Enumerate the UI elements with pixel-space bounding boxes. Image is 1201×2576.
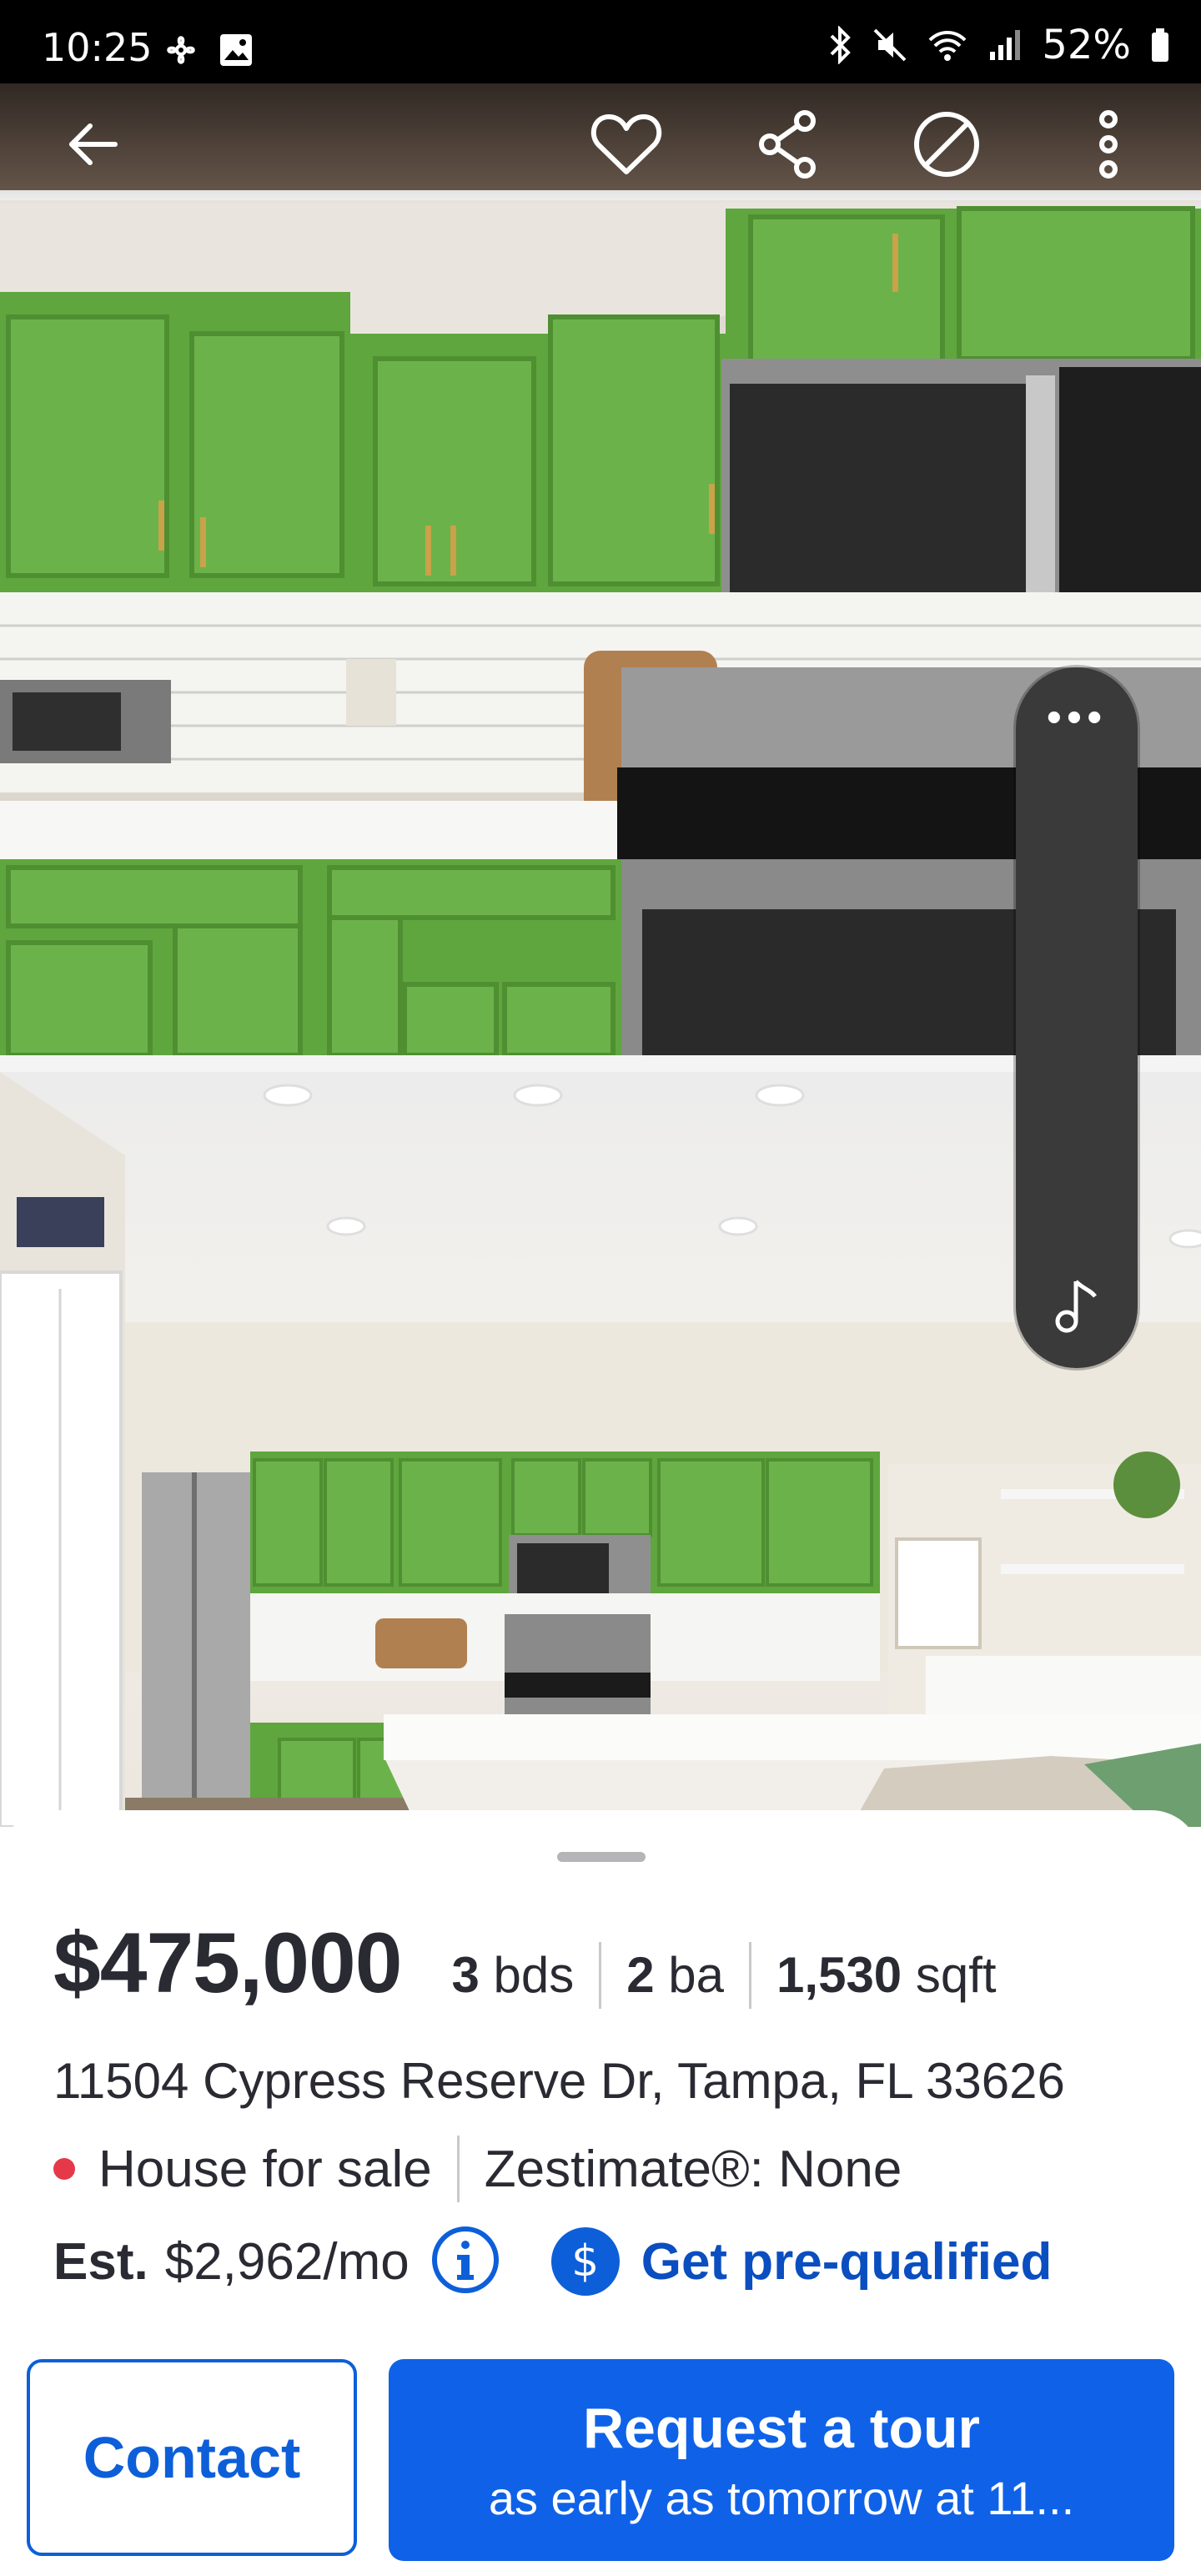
music-note-icon[interactable]	[1052, 1276, 1102, 1339]
sqft-value: 1,530	[776, 1947, 902, 2003]
beds-value: 3	[451, 1947, 480, 2003]
payment-info-button[interactable]	[430, 2226, 501, 2297]
share-icon	[756, 109, 820, 184]
baths-fact: 2 ba	[626, 1946, 724, 2004]
pinwheel-icon	[163, 32, 199, 68]
request-tour-subtitle: as early as tomorrow at 11...	[488, 2471, 1075, 2524]
fact-divider	[599, 1941, 602, 2009]
floating-media-panel[interactable]: •••	[1016, 667, 1138, 1368]
home-facts: 3 bds 2 ba 1,530 sqft	[451, 1941, 997, 2009]
dollar-icon: $	[550, 2227, 620, 2296]
more-options-button[interactable]	[1071, 108, 1146, 184]
listing-status: House for sale	[98, 2140, 432, 2198]
est-payment-label: Est.	[53, 2232, 148, 2291]
listing-address: 11504 Cypress Reserve Dr, Tampa, FL 3362…	[53, 2053, 1065, 2109]
signal-icon	[987, 27, 1023, 63]
price-row: $475,000 3 bds 2 ba 1,530 sqft	[53, 1914, 997, 2012]
sqft-fact: 1,530 sqft	[776, 1946, 997, 2004]
share-button[interactable]	[751, 108, 826, 184]
status-bar: 10:25 52%	[0, 0, 1201, 83]
request-tour-label: Request a tour	[582, 2396, 981, 2460]
back-button[interactable]	[55, 108, 130, 184]
status-divider	[456, 2136, 460, 2202]
back-arrow-icon	[65, 119, 120, 174]
beds-unit: bds	[493, 1947, 575, 2003]
battery-percent: 52%	[1042, 22, 1131, 68]
info-icon	[430, 2225, 500, 2299]
request-tour-button[interactable]: Request a tour as early as tomorrow at 1…	[389, 2359, 1174, 2561]
hide-icon	[912, 109, 982, 184]
est-payment-value: $2,962/mo	[164, 2232, 410, 2291]
baths-value: 2	[626, 1947, 655, 2003]
zestimate-label: Zestimate®: None	[484, 2140, 902, 2198]
sheet-drag-handle[interactable]	[557, 1852, 646, 1862]
baths-unit: ba	[668, 1947, 725, 2003]
heart-icon	[590, 112, 662, 181]
top-nav-bar	[0, 83, 1201, 204]
sqft-unit: sqft	[915, 1947, 997, 2003]
image-icon	[218, 32, 254, 68]
wifi-icon	[927, 27, 968, 63]
status-dot-icon	[53, 2158, 75, 2180]
more-dots-icon[interactable]: •••	[1016, 696, 1138, 739]
get-prequalified-link[interactable]: $ Get pre-qualified	[550, 2227, 1053, 2296]
status-time: 10:25	[42, 25, 153, 70]
estimate-row: Est. $2,962/mo $ Get pre-qualified	[53, 2226, 1052, 2297]
contact-button[interactable]: Contact	[27, 2359, 357, 2556]
prequalified-label: Get pre-qualified	[641, 2232, 1053, 2291]
hide-home-button[interactable]	[909, 108, 984, 184]
bluetooth-icon	[828, 26, 853, 64]
fact-divider	[749, 1941, 752, 2009]
more-vertical-icon	[1096, 109, 1121, 184]
status-row: House for sale Zestimate®: None	[53, 2136, 902, 2202]
beds-fact: 3 bds	[451, 1946, 574, 2004]
battery-icon	[1149, 27, 1171, 63]
mute-icon	[872, 27, 908, 63]
listing-summary-sheet[interactable]: $475,000 3 bds 2 ba 1,530 sqft 11504 Cyp…	[0, 1810, 1201, 2576]
listing-price: $475,000	[53, 1915, 402, 2010]
save-home-button[interactable]	[589, 108, 664, 184]
